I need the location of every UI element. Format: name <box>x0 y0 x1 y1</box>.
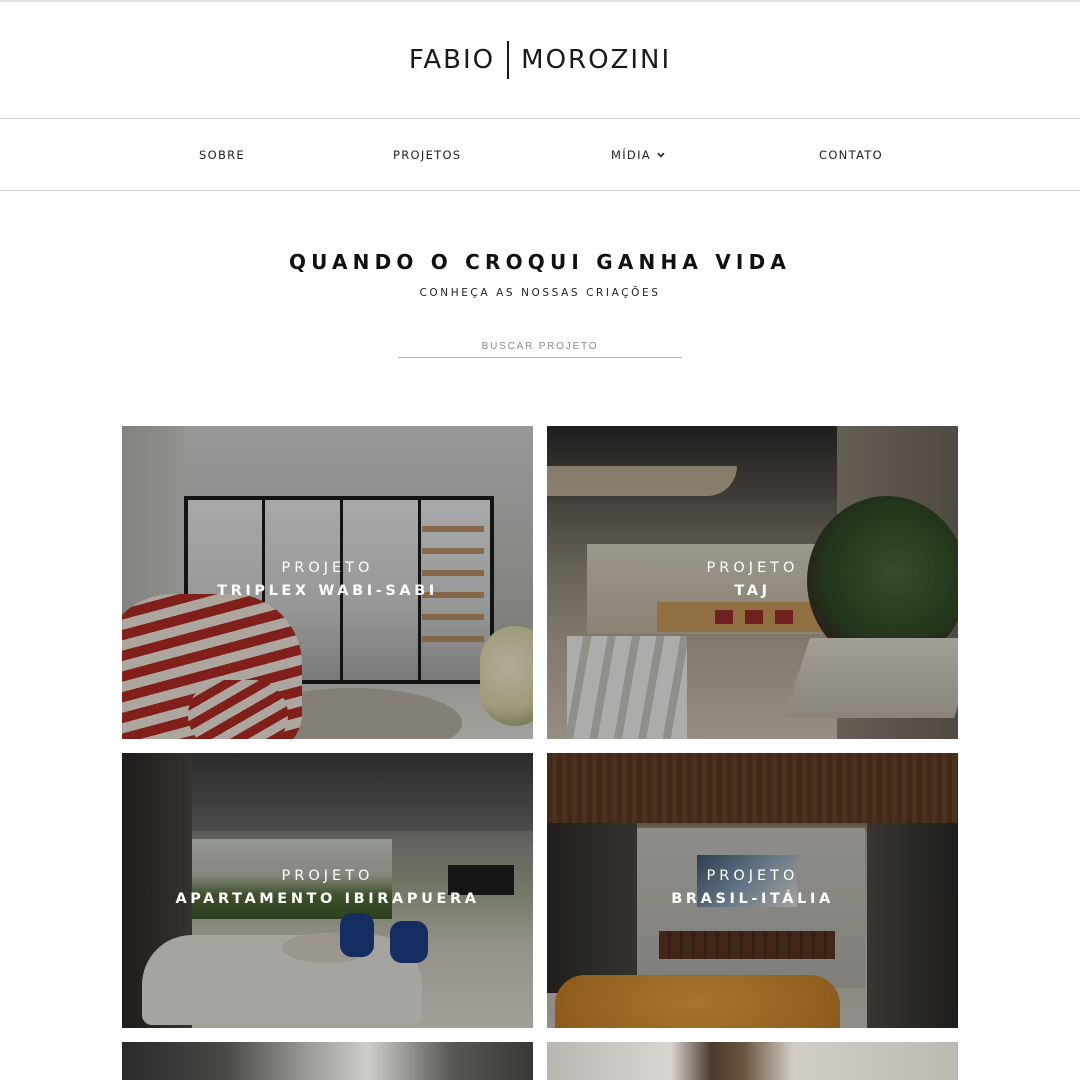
search-input[interactable] <box>398 336 682 358</box>
chevron-down-icon <box>657 152 665 158</box>
project-card[interactable] <box>547 1042 958 1080</box>
project-name: TAJ <box>734 583 771 599</box>
project-kicker: PROJETO <box>281 560 374 576</box>
project-card[interactable]: PROJETO BRASIL-ITÁLIA <box>547 753 958 1028</box>
project-image <box>547 1042 958 1080</box>
project-name: BRASIL-ITÁLIA <box>671 891 834 907</box>
site-header: FABIO MOROZINI <box>0 2 1080 118</box>
brand-logo[interactable]: FABIO MOROZINI <box>409 41 671 79</box>
project-card[interactable]: PROJETO TAJ <box>547 426 958 739</box>
project-kicker: PROJETO <box>706 560 799 576</box>
brand-first-name: FABIO <box>408 45 496 75</box>
project-card[interactable] <box>122 1042 533 1080</box>
brand-last-name: MOROZINI <box>521 45 672 75</box>
project-name: TRIPLEX WABI-SABI <box>217 583 438 599</box>
project-caption: PROJETO TRIPLEX WABI-SABI <box>122 560 533 599</box>
page-subtitle: CONHEÇA AS NOSSAS CRIAÇÕES <box>419 287 661 299</box>
project-card[interactable]: PROJETO APARTAMENTO IBIRAPUERA <box>122 753 533 1028</box>
nav-item-midia-label: MÍDIA <box>611 148 651 162</box>
project-caption: PROJETO APARTAMENTO IBIRAPUERA <box>122 868 533 907</box>
logo-divider <box>507 41 510 79</box>
nav-item-contato[interactable]: CONTATO <box>819 119 883 191</box>
project-caption: PROJETO TAJ <box>547 560 958 599</box>
nav-item-midia[interactable]: MÍDIA <box>611 119 665 191</box>
project-kicker: PROJETO <box>706 868 799 884</box>
project-kicker: PROJETO <box>281 868 374 884</box>
project-card[interactable]: PROJETO TRIPLEX WABI-SABI <box>122 426 533 739</box>
project-caption: PROJETO BRASIL-ITÁLIA <box>547 868 958 907</box>
main-nav: SOBRE PROJETOS MÍDIA CONTATO <box>0 118 1080 191</box>
project-name: APARTAMENTO IBIRAPUERA <box>175 891 480 907</box>
nav-item-sobre[interactable]: SOBRE <box>199 119 245 191</box>
page-title: QUANDO O CROQUI GANHA VIDA <box>288 250 792 274</box>
nav-item-projetos[interactable]: PROJETOS <box>393 119 461 191</box>
project-image <box>122 1042 533 1080</box>
